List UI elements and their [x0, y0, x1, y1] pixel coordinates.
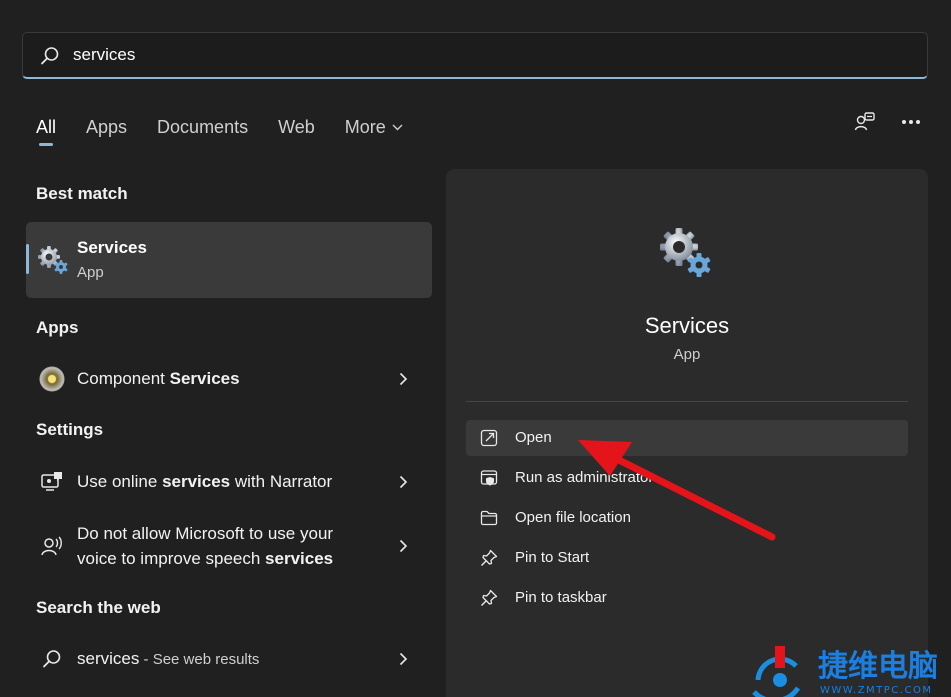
best-match-title: Services	[77, 238, 147, 257]
top-right-icons	[853, 110, 923, 134]
watermark-url: WWW.ZMTPC.COM	[820, 685, 932, 696]
tab-apps[interactable]: Apps	[86, 112, 127, 142]
tab-documents-label: Documents	[157, 116, 249, 137]
open-external-icon	[480, 429, 498, 447]
search-icon	[38, 645, 66, 673]
tab-documents[interactable]: Documents	[157, 112, 248, 142]
best-match-item[interactable]: Services App	[26, 222, 432, 298]
pin-icon	[481, 589, 498, 606]
preview-title: Services	[644, 313, 730, 338]
search-input[interactable]	[73, 33, 873, 77]
chevron-right-icon[interactable]	[399, 652, 408, 666]
services-gear-icon	[38, 246, 68, 274]
label-line-1: Do not allow Microsoft to use your	[77, 524, 334, 543]
component-services-icon	[38, 365, 66, 393]
settings-heading: Settings	[36, 420, 104, 439]
list-item-narrator[interactable]: Use online services with Narrator	[26, 462, 432, 502]
search-icon	[41, 47, 59, 65]
chevron-right-icon[interactable]	[399, 475, 408, 489]
label-line-2: voice to improve speech services	[77, 546, 333, 571]
component-services-label: Component Services	[77, 366, 240, 391]
label-part: Component	[77, 369, 170, 388]
more-options-icon[interactable]	[899, 110, 923, 134]
account-switch-icon[interactable]	[853, 110, 877, 134]
filter-tabs: All Apps Documents Web More	[36, 112, 433, 146]
label-part: Use online	[77, 472, 163, 491]
speech-services-label: Do not allow Microsoft to use your voice…	[77, 521, 333, 571]
web-query: services	[77, 649, 140, 668]
selection-indicator	[26, 244, 29, 274]
watermark-text: 捷维电脑	[818, 649, 938, 684]
label-match: services	[162, 472, 231, 491]
web-search-label: services - See web results	[77, 646, 259, 672]
pin-to-taskbar-button[interactable]: Pin to taskbar	[466, 580, 908, 616]
apps-heading: Apps	[36, 318, 79, 337]
chevron-right-icon[interactable]	[399, 372, 408, 386]
search-web-heading: Search the web	[36, 598, 161, 617]
preview-subtitle: App	[673, 346, 701, 363]
watermark-logo: 捷维电脑 WWW.ZMTPC.COM	[752, 646, 938, 697]
speech-icon	[38, 532, 66, 560]
tab-more-label: More	[344, 116, 386, 137]
list-item-speech-services[interactable]: Do not allow Microsoft to use your voice…	[26, 520, 432, 572]
folder-icon	[480, 510, 498, 526]
divider	[466, 401, 908, 402]
services-gear-icon	[660, 228, 711, 277]
best-match-heading: Best match	[36, 184, 128, 203]
best-match-subtitle: App	[77, 264, 104, 281]
tab-web-label: Web	[278, 116, 315, 137]
open-label: Open	[515, 429, 552, 446]
label-part: with Narrator	[230, 472, 333, 491]
narrator-label: Use online services with Narrator	[77, 469, 332, 494]
shield-icon	[480, 470, 498, 486]
list-item-component-services[interactable]: Component Services	[26, 360, 432, 398]
web-suffix: - See web results	[139, 651, 260, 668]
pin-to-taskbar-label: Pin to taskbar	[515, 589, 607, 606]
label-match: Services	[169, 369, 240, 388]
tab-web[interactable]: Web	[278, 112, 315, 142]
chevron-down-icon	[392, 124, 403, 130]
annotation-arrow-icon	[578, 440, 776, 541]
pin-to-start-label: Pin to Start	[515, 549, 590, 566]
tab-apps-label: Apps	[86, 116, 128, 137]
tab-all-label: All	[36, 116, 57, 137]
narrator-icon	[38, 468, 66, 496]
web-search-item[interactable]: services - See web results	[26, 640, 432, 678]
tab-all[interactable]: All	[36, 112, 57, 146]
tab-more[interactable]: More	[345, 112, 403, 142]
chevron-right-icon[interactable]	[399, 539, 408, 553]
label-match: services	[265, 549, 334, 568]
label-part: voice to improve speech	[77, 549, 266, 568]
pin-icon	[481, 549, 498, 566]
search-box[interactable]	[22, 32, 928, 79]
